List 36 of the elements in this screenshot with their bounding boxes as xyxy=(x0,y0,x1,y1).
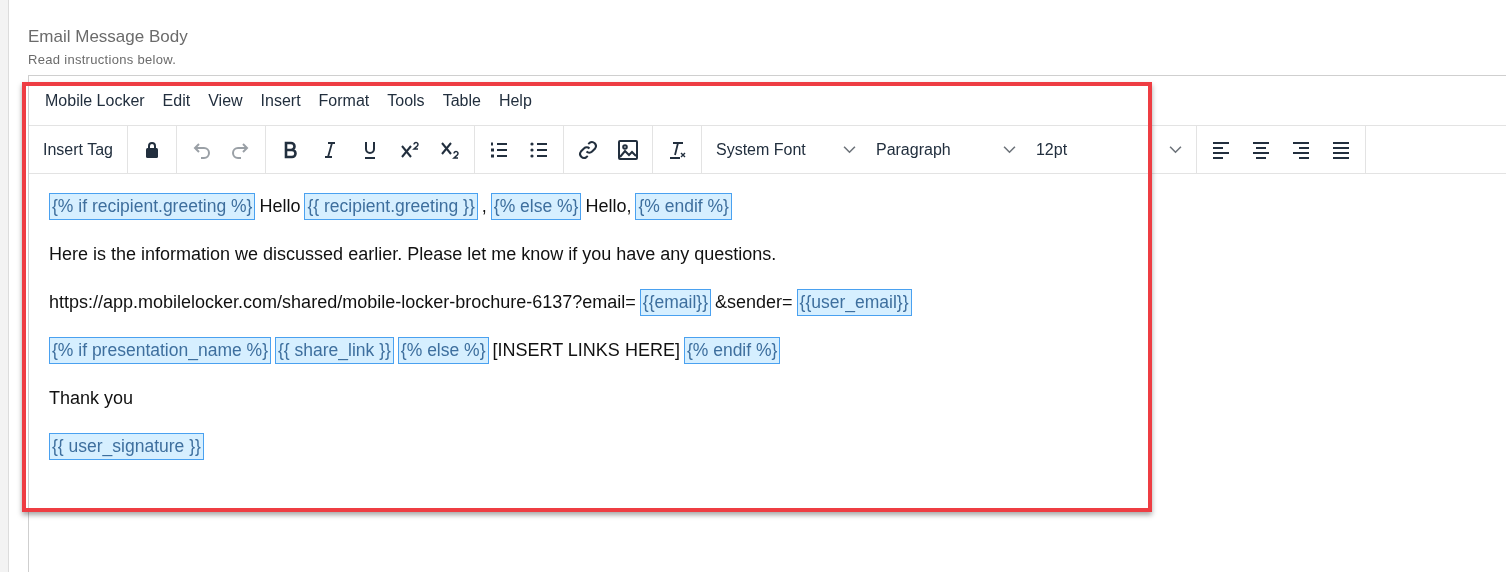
body-text: Thank you xyxy=(49,387,134,409)
body-text: Hello xyxy=(259,195,301,217)
menu-item[interactable]: Insert xyxy=(251,87,310,114)
field-label: Email Message Body xyxy=(28,27,189,47)
template-tag: {% if presentation_name %} xyxy=(49,336,271,364)
body-text: Hello, xyxy=(585,195,632,217)
menu-item[interactable]: Table xyxy=(433,87,490,114)
template-tag: {{ recipient.greeting }} xyxy=(304,192,478,220)
chevron-icon xyxy=(842,145,856,154)
body-text: &sender= xyxy=(715,291,793,313)
body-text: [INSERT LINKS HERE] xyxy=(492,339,680,361)
template-tag: {% else %} xyxy=(490,192,582,220)
dropdown[interactable]: System Font xyxy=(705,136,866,163)
dropdown[interactable]: 12pt xyxy=(1025,136,1192,163)
body-text: Here is the information we discussed earlier. Please let me know if you have any questions. xyxy=(49,243,777,265)
body-text: , xyxy=(481,195,487,217)
dropdown[interactable]: Paragraph xyxy=(865,136,1026,163)
menu-item[interactable]: Edit xyxy=(153,87,200,114)
template-tag: {{user_email}} xyxy=(796,288,912,316)
menu-item[interactable]: View xyxy=(199,87,252,114)
template-tag: {% if recipient.greeting %} xyxy=(49,192,256,220)
body-text: https://app.mobilelocker.com/shared/mobile-locker-brochure-6137?email= xyxy=(49,291,636,313)
template-tag: {% else %} xyxy=(397,336,489,364)
menu-item[interactable]: Format xyxy=(309,87,379,114)
template-tag: {{ user_signature }} xyxy=(49,432,204,460)
menu-item[interactable]: Tools xyxy=(378,87,434,114)
field-hint: Read instructions below. xyxy=(28,52,178,67)
template-tag: {{email}} xyxy=(639,288,711,316)
chevron-icon xyxy=(1168,145,1182,154)
insert-tag-button[interactable]: Insert Tag xyxy=(33,136,123,163)
menu-item[interactable]: Mobile Locker xyxy=(36,87,154,114)
template-tag: {% endif %} xyxy=(683,336,781,364)
template-tag: {% endif %} xyxy=(635,192,732,220)
template-tag: {{ share_link }} xyxy=(275,336,394,364)
menu-item[interactable]: Help xyxy=(489,87,541,114)
chevron-icon xyxy=(1002,145,1016,154)
